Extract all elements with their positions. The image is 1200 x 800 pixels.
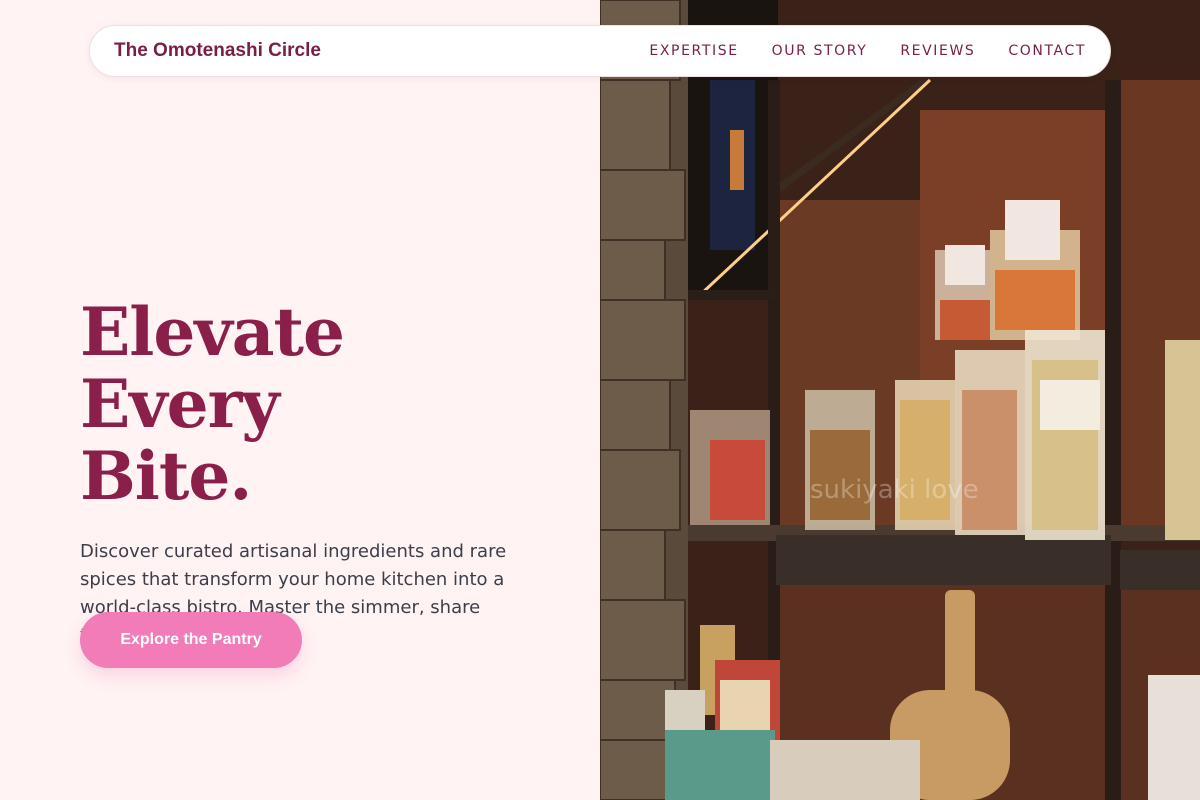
explore-pantry-button[interactable]: Explore the Pantry	[80, 612, 302, 668]
nav-link-expertise[interactable]: EXPERTISE	[649, 43, 738, 59]
hero-section: Elevate Every Bite. Discover curated art…	[80, 296, 550, 650]
nav-links: EXPERTISE OUR STORY REVIEWS CONTACT	[649, 43, 1086, 59]
image-watermark: sukiyaki love	[810, 475, 979, 505]
nav-link-contact[interactable]: CONTACT	[1008, 43, 1086, 59]
brand-logo-text[interactable]: The Omotenashi Circle	[114, 40, 321, 62]
nav-link-our-story[interactable]: OUR STORY	[772, 43, 868, 59]
hero-headline-line-1: Elevate Every	[80, 293, 345, 443]
nav-link-reviews[interactable]: REVIEWS	[900, 43, 975, 59]
hero-photo-pantry-shelves: sukiyaki love	[600, 0, 1200, 800]
hero-headline-line-2: Bite.	[80, 437, 252, 515]
top-navigation-bar: The Omotenashi Circle EXPERTISE OUR STOR…	[89, 25, 1111, 77]
hero-headline: Elevate Every Bite.	[80, 296, 550, 512]
